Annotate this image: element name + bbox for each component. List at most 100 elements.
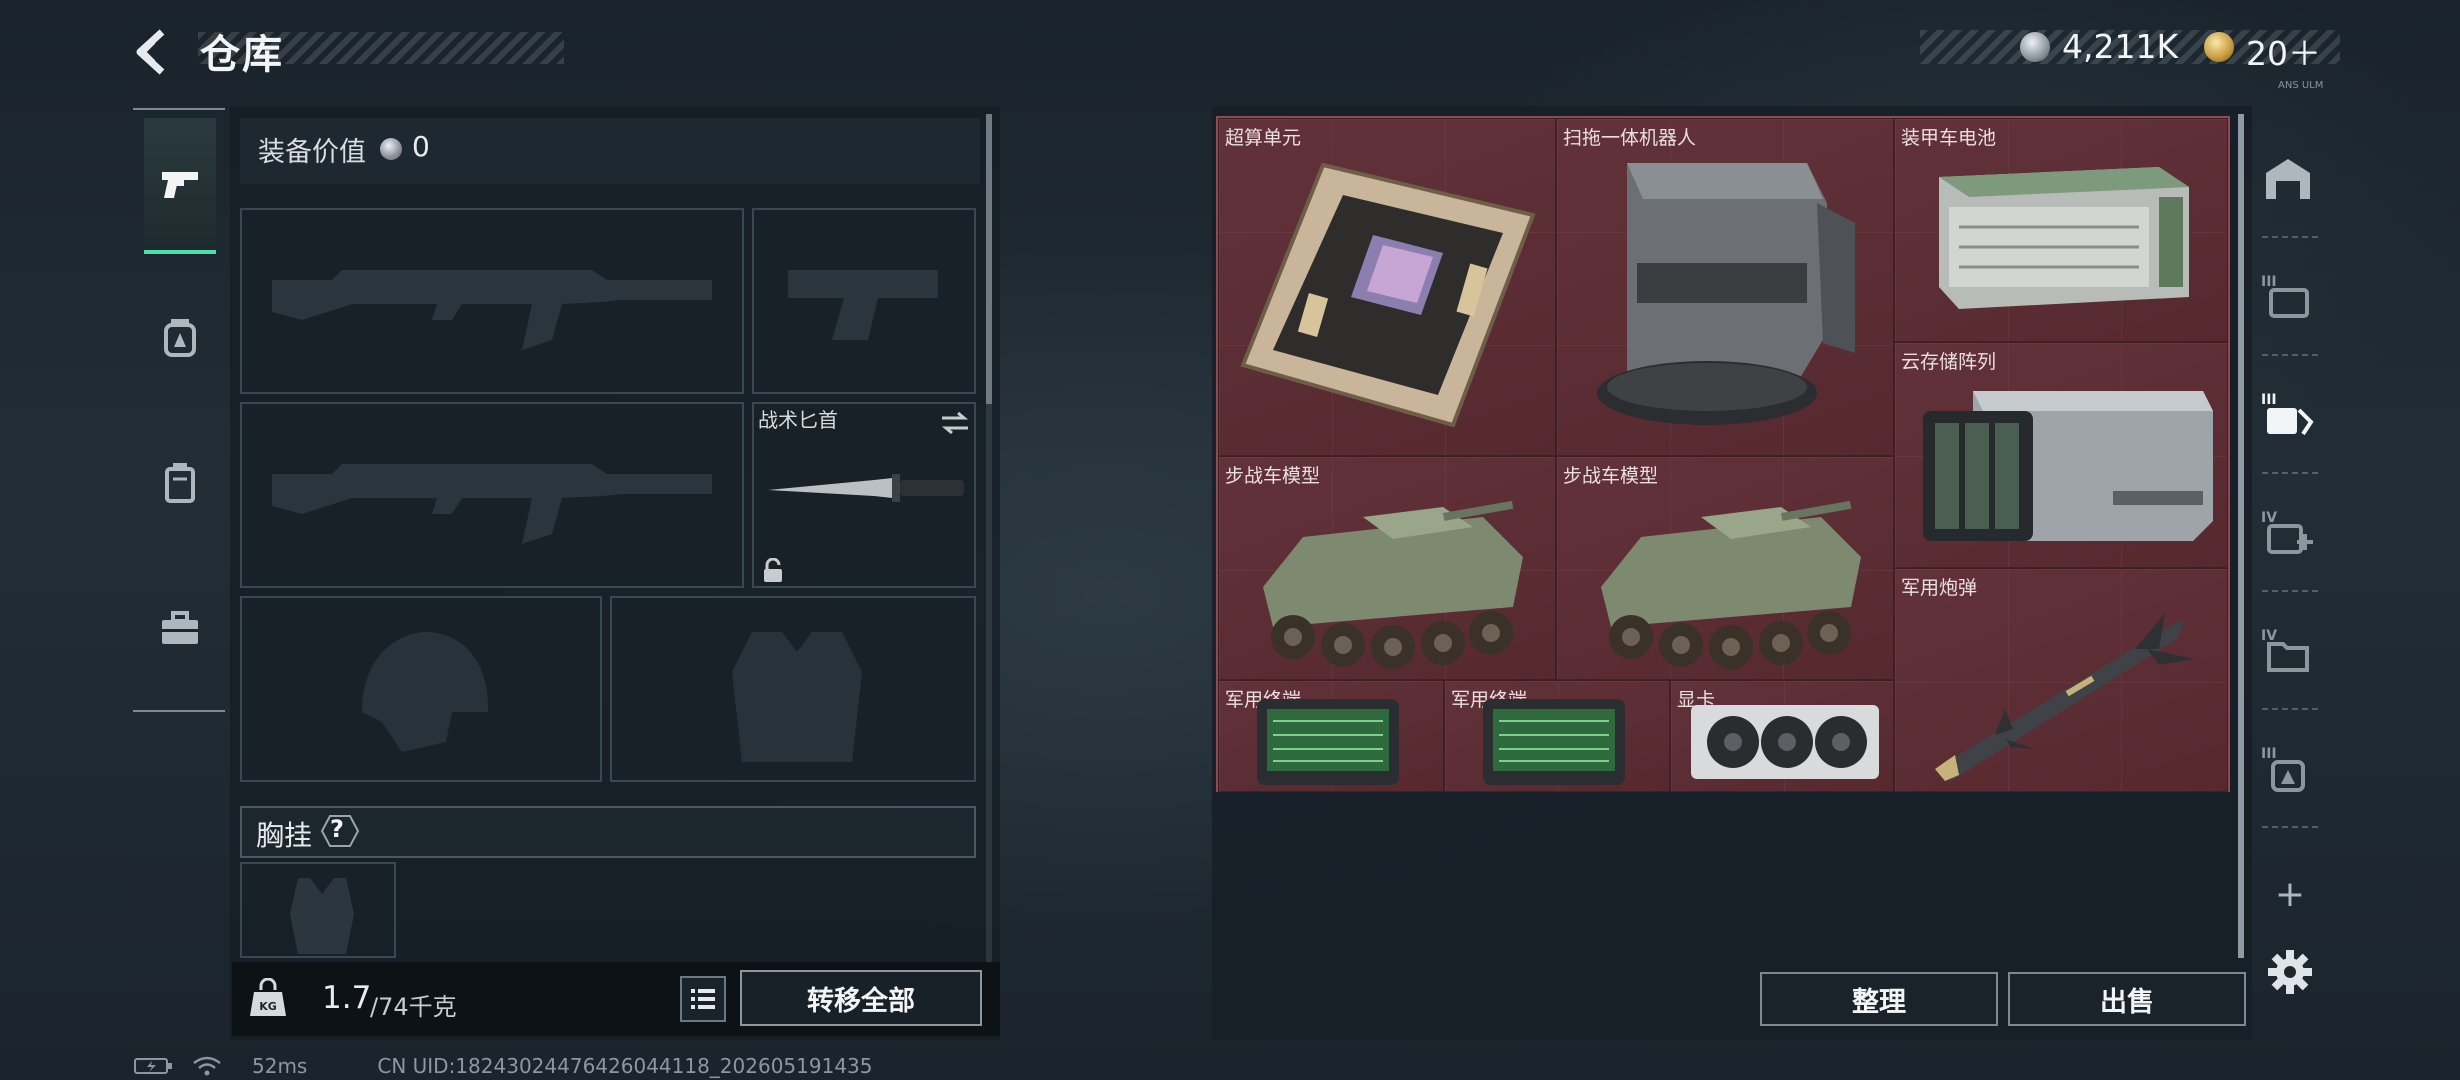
rifle-silhouette-icon [272, 270, 712, 350]
storage-item[interactable]: 装甲车电池 [1894, 118, 2228, 342]
svg-text:IV: IV [2261, 510, 2277, 526]
rail-divider [2262, 590, 2318, 592]
sidearm-slot[interactable] [752, 208, 976, 394]
rail-item-tier3-equipment[interactable]: III [2256, 364, 2320, 464]
military-terminal-icon [1257, 699, 1399, 785]
help-mark: ? [330, 815, 344, 843]
list-view-button[interactable] [680, 976, 726, 1022]
gear-icon[interactable] [2266, 948, 2314, 996]
category-tab-backpack[interactable] [144, 270, 216, 406]
missile-icon [1935, 613, 2195, 781]
transfer-all-button[interactable]: 转移全部 [740, 970, 982, 1026]
warehouse-icon [2266, 159, 2310, 199]
silver-coin-icon [2020, 32, 2050, 62]
status-bar: 52ms CN UID:18243024476426044118_2026051… [134, 1054, 873, 1078]
storage-item[interactable]: 军用终端 [1444, 680, 1670, 792]
primary-weapon-slot-2[interactable] [240, 402, 744, 588]
rail-item-warehouse[interactable] [2256, 128, 2320, 228]
category-tab-container[interactable] [144, 414, 216, 550]
military-terminal-icon [1483, 699, 1625, 785]
weight-icon: KG [250, 978, 286, 1016]
rail-item-tier4-files[interactable]: IV [2256, 600, 2320, 700]
backpack-icon [164, 319, 196, 357]
svg-text:III: III [2261, 274, 2277, 290]
rail-item-tier4-medical[interactable]: IV [2256, 482, 2320, 582]
page-title: 仓库 [200, 32, 284, 78]
storage-item[interactable]: 扫拖一体机器人 [1556, 118, 1894, 456]
sort-button[interactable]: 整理 [1760, 972, 1998, 1026]
melee-slot-label: 战术匕首 [758, 408, 838, 432]
rail-divider [2262, 236, 2318, 238]
gold-balance[interactable]: 20＋ [2246, 27, 2321, 75]
back-button[interactable] [128, 26, 180, 78]
toolbox-icon [162, 611, 198, 644]
rail-divider [2262, 708, 2318, 710]
pistol-silhouette-icon [788, 270, 938, 340]
sell-button[interactable]: 出售 [2008, 972, 2246, 1026]
graphics-card-icon [1691, 705, 1879, 779]
tactical-knife-icon [768, 474, 964, 502]
item-label: 云存储阵列 [1901, 351, 1997, 373]
add-icon[interactable]: + [2270, 874, 2310, 915]
list-icon [691, 989, 715, 1009]
storage-scrollbar-thumb[interactable] [2238, 114, 2244, 958]
primary-weapon-slot-1[interactable] [240, 208, 744, 394]
loadout-scrollbar-thumb[interactable] [986, 114, 992, 404]
storage-item[interactable]: 超算单元 [1218, 118, 1556, 456]
storage-item[interactable]: 军用终端 [1218, 680, 1444, 792]
svg-text:IV: IV [2261, 628, 2277, 644]
vest-silhouette-icon [732, 632, 862, 762]
category-tab-toolbox[interactable] [144, 560, 216, 696]
robot-vacuum-icon [1597, 163, 1855, 425]
equipment-value-label: 装备价值 [258, 137, 366, 168]
body-armor-slot[interactable] [610, 596, 976, 782]
svg-text:KG: KG [259, 1000, 277, 1013]
rail-divider [2262, 472, 2318, 474]
swap-icon[interactable] [940, 410, 970, 436]
ifv-model-icon [1601, 500, 1861, 669]
supercomputer-board-icon [1240, 162, 1536, 428]
user-uid: CN UID:18243024476426044118_202605191435 [377, 1054, 873, 1078]
silver-coin-icon [380, 138, 402, 160]
category-tab-weapons[interactable] [144, 118, 216, 254]
storage-item[interactable]: 军用炮弹 [1894, 568, 2228, 792]
svg-text:III: III [2261, 746, 2277, 762]
network-latency: 52ms [252, 1054, 308, 1078]
chest-rig-slot[interactable] [240, 862, 396, 958]
vehicle-battery-icon [1939, 167, 2189, 309]
wifi-icon [193, 1056, 221, 1076]
storage-item[interactable]: 显卡 [1670, 680, 1894, 792]
tier-3-backpack-icon: III [2261, 746, 2305, 792]
rail-divider [2262, 354, 2318, 356]
category-rail-top-line [133, 108, 225, 110]
gold-subtext: ANS ULM [2278, 80, 2324, 91]
silver-balance[interactable]: 4,211K [2062, 27, 2178, 66]
storage-item[interactable]: 云存储阵列 [1894, 342, 2228, 568]
category-rail-bottom-line [133, 710, 225, 712]
tier-3-supplies-icon: III [2261, 274, 2309, 318]
rail-divider [2262, 826, 2318, 828]
ifv-model-icon [1263, 500, 1523, 669]
rail-item-tier3-backpack[interactable]: III [2256, 718, 2320, 818]
pistol-icon [162, 172, 198, 198]
helmet-slot[interactable] [240, 596, 602, 782]
carry-weight-max: /74千克 [370, 993, 457, 1021]
storage-item[interactable]: 步战车模型 [1218, 456, 1556, 680]
equipment-value: 0 [412, 130, 430, 163]
storage-item[interactable]: 步战车模型 [1556, 456, 1894, 680]
chest-rig-silhouette-icon [290, 878, 354, 954]
rifle-silhouette-icon [272, 464, 712, 544]
carry-weight-current: 1.7 [322, 980, 372, 1016]
lock-icon [764, 558, 782, 582]
chest-rig-label: 胸挂 [256, 819, 313, 852]
tier-4-files-icon: IV [2261, 628, 2309, 672]
helmet-silhouette-icon [362, 632, 489, 752]
rail-item-tier3-supplies[interactable]: III [2256, 246, 2320, 346]
tier-4-medical-icon: IV [2261, 510, 2313, 554]
svg-text:III: III [2261, 392, 2277, 408]
gold-coin-icon [2204, 32, 2234, 62]
tier-3-equipment-icon: III [2261, 392, 2314, 436]
canister-icon [165, 463, 195, 503]
storage-array-icon [1923, 391, 2213, 541]
battery-icon [134, 1058, 172, 1074]
